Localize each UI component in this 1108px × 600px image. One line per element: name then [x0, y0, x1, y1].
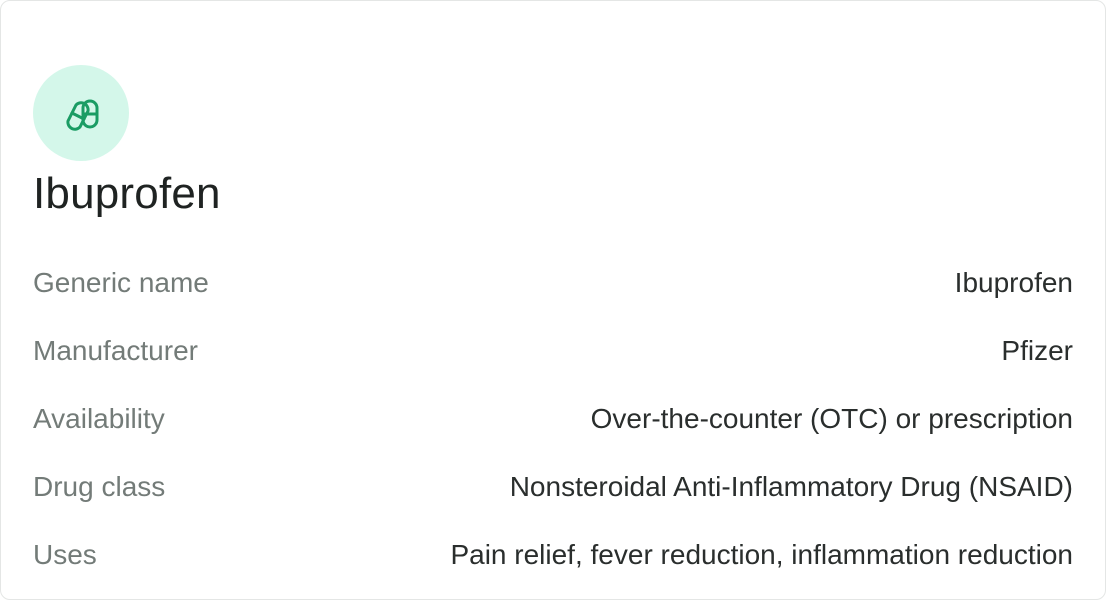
drug-icon-badge [33, 65, 129, 161]
drug-info-card: Ibuprofen Generic name Ibuprofen Manufac… [0, 0, 1106, 600]
detail-value: Pain relief, fever reduction, inflammati… [450, 539, 1073, 570]
drug-details-list: Generic name Ibuprofen Manufacturer Pfiz… [33, 249, 1073, 589]
pill-capsule-icon [66, 99, 99, 131]
detail-row-manufacturer: Manufacturer Pfizer [33, 317, 1073, 385]
drug-title: Ibuprofen [33, 169, 221, 218]
detail-value: Ibuprofen [954, 267, 1073, 298]
detail-value: Over-the-counter (OTC) or prescription [590, 403, 1073, 434]
detail-label: Uses [33, 539, 97, 570]
detail-row-availability: Availability Over-the-counter (OTC) or p… [33, 385, 1073, 453]
detail-label: Manufacturer [33, 335, 198, 366]
detail-label: Drug class [33, 471, 166, 502]
detail-row-generic-name: Generic name Ibuprofen [33, 249, 1073, 317]
detail-row-uses: Uses Pain relief, fever reduction, infla… [33, 521, 1073, 589]
detail-label: Availability [33, 403, 165, 434]
detail-row-drug-class: Drug class Nonsteroidal Anti-Inflammator… [33, 453, 1073, 521]
detail-value: Nonsteroidal Anti-Inflammatory Drug (NSA… [509, 471, 1073, 502]
detail-label: Generic name [33, 267, 209, 298]
detail-value: Pfizer [1001, 335, 1073, 366]
